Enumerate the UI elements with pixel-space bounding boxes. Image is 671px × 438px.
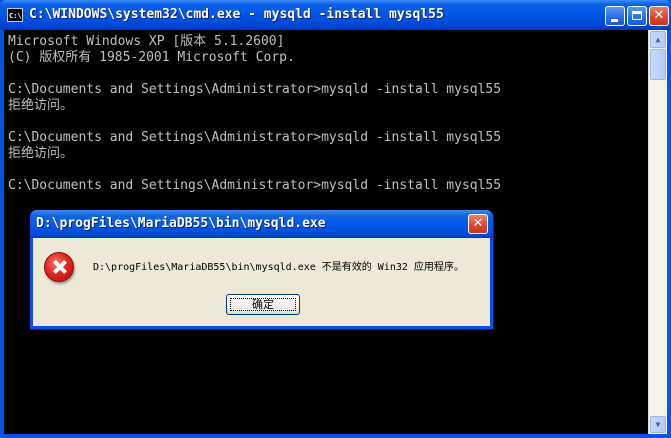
dialog-titlebar[interactable]: D:\progFiles\MariaDB55\bin\mysqld.exe ✕ bbox=[30, 210, 493, 238]
maximize-button[interactable] bbox=[627, 6, 647, 26]
console-line: C:\Documents and Settings\Administrator>… bbox=[8, 178, 502, 193]
console-line: 拒绝访问。 bbox=[8, 146, 74, 161]
console-line: Microsoft Windows XP [版本 5.1.2600] bbox=[8, 34, 285, 49]
focus-rect bbox=[230, 298, 296, 311]
console-line: C:\Documents and Settings\Administrator>… bbox=[8, 130, 502, 145]
dialog-message: D:\progFiles\MariaDB55\bin\mysqld.exe 不是… bbox=[93, 262, 464, 273]
console-line: C:\Documents and Settings\Administrator>… bbox=[8, 82, 502, 97]
minimize-button[interactable] bbox=[605, 6, 625, 26]
ok-button[interactable]: 确定 bbox=[226, 294, 300, 315]
scroll-thumb[interactable] bbox=[650, 49, 666, 80]
dialog-title: D:\progFiles\MariaDB55\bin\mysqld.exe bbox=[36, 216, 326, 231]
window-title: C:\WINDOWS\system32\cmd.exe - mysqld -in… bbox=[29, 7, 444, 22]
error-dialog: D:\progFiles\MariaDB55\bin\mysqld.exe ✕ … bbox=[30, 210, 493, 329]
scroll-up-button[interactable]: ▲ bbox=[650, 31, 666, 48]
vertical-scrollbar[interactable]: ▲ ▼ bbox=[648, 30, 667, 434]
scroll-down-button[interactable]: ▼ bbox=[650, 416, 666, 433]
close-button[interactable]: ✕ bbox=[649, 6, 669, 26]
error-icon bbox=[44, 252, 74, 282]
dialog-body: D:\progFiles\MariaDB55\bin\mysqld.exe 不是… bbox=[33, 238, 490, 326]
dialog-close-button[interactable]: ✕ bbox=[468, 214, 488, 234]
cmd-icon[interactable]: C:\ bbox=[7, 8, 23, 22]
window-titlebar[interactable]: C:\ C:\WINDOWS\system32\cmd.exe - mysqld… bbox=[0, 0, 671, 30]
console-line: (C) 版权所有 1985-2001 Microsoft Corp. bbox=[8, 50, 295, 65]
console-line: 拒绝访问。 bbox=[8, 98, 74, 113]
